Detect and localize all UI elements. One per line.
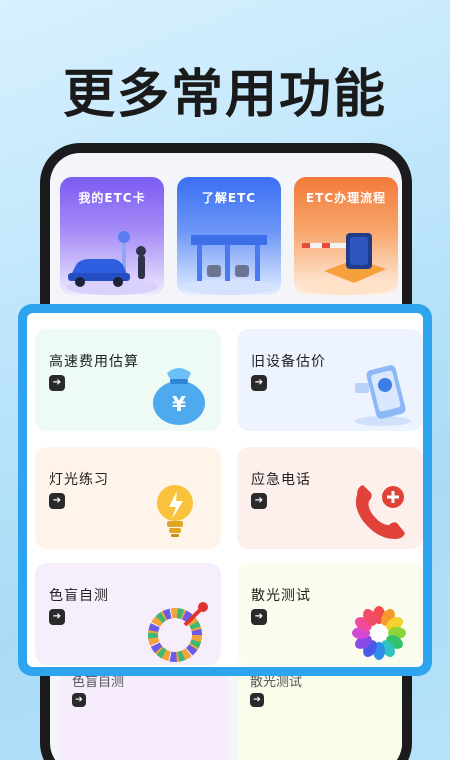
phone-valuation-icon [355, 365, 411, 426]
car-icon [66, 231, 158, 295]
feature-device-valuation[interactable]: 旧设备估价 ➔ [237, 329, 423, 431]
etc-device-icon [300, 233, 392, 295]
etc-process-card-label: ETC办理流程 [305, 191, 387, 205]
underlying-cards: 色盲自测 ➔ 散光测试 ➔ [60, 665, 402, 760]
arrow-icon[interactable]: ➔ [49, 493, 65, 509]
arrow-icon[interactable]: ➔ [251, 493, 267, 509]
arrow-icon: ➔ [250, 693, 264, 707]
svg-text:¥: ¥ [172, 392, 186, 416]
arrow-icon: ➔ [72, 693, 86, 707]
learn-etc-card[interactable]: 了解ETC [177, 177, 281, 295]
my-etc-card-label: 我的ETC卡 [78, 191, 146, 205]
feature-highway-fee[interactable]: 高速费用估算 ➔ ¥ [35, 329, 221, 431]
feature-label: 高速费用估算 [49, 354, 139, 370]
feature-astigmatism-test[interactable]: 散光测试 ➔ [237, 563, 423, 665]
feature-label: 灯光练习 [49, 472, 109, 488]
peek-card-color-test: 色盲自测 ➔ [60, 665, 228, 760]
etc-process-card[interactable]: ETC办理流程 [294, 177, 398, 295]
peek-card-astigmatism: 散光测试 ➔ [238, 665, 402, 760]
arrow-icon[interactable]: ➔ [251, 375, 267, 391]
arrow-icon[interactable]: ➔ [251, 609, 267, 625]
top-cards: 我的ETC卡 了解ETC ETC办理流程 [60, 177, 398, 295]
feature-emergency-call[interactable]: 应急电话 ➔ [237, 447, 423, 549]
my-etc-card[interactable]: 我的ETC卡 [60, 177, 164, 295]
money-bag-icon: ¥ [153, 368, 205, 425]
flower-icon [352, 606, 406, 660]
lightbulb-icon [157, 485, 193, 537]
page-headline: 更多常用功能 [62, 65, 387, 125]
learn-etc-card-label: 了解ETC [201, 191, 257, 205]
feature-label: 旧设备估价 [251, 354, 326, 370]
color-wheel-icon [148, 602, 208, 662]
feature-color-blind-test[interactable]: 色盲自测 ➔ [35, 563, 221, 665]
toll-gate-icon [183, 235, 275, 295]
feature-light-practice[interactable]: 灯光练习 ➔ [35, 447, 221, 549]
phone-icon [355, 485, 405, 539]
arrow-icon[interactable]: ➔ [49, 609, 65, 625]
arrow-icon[interactable]: ➔ [49, 375, 65, 391]
features-grid: 高速费用估算 ➔ ¥ 旧设备估价 ➔ 灯光练习 ➔ 应急电话 ➔ 色盲自测 ➔ … [27, 313, 423, 667]
features-panel: 高速费用估算 ➔ ¥ 旧设备估价 ➔ 灯光练习 ➔ 应急电话 ➔ 色盲自测 ➔ … [18, 304, 432, 676]
feature-label: 色盲自测 [49, 588, 109, 604]
feature-label: 散光测试 [251, 588, 311, 604]
feature-label: 应急电话 [251, 472, 311, 488]
